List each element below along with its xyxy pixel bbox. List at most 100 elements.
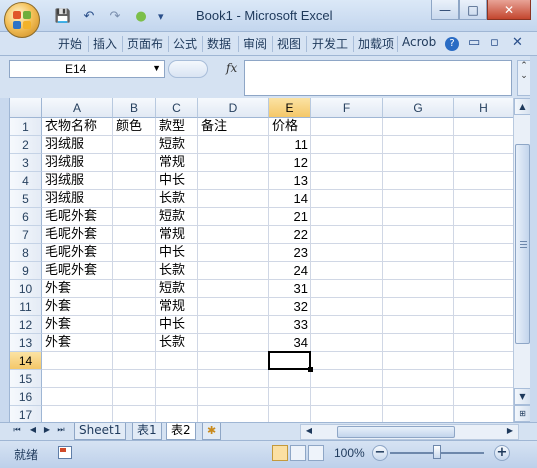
row-header-9[interactable]: 9 [10,262,42,280]
minimize-button[interactable]: — [431,0,459,20]
cell-e8[interactable]: 23 [269,244,311,262]
sheet-tab-biao2[interactable]: 表2 [166,423,196,440]
cell-e11[interactable]: 32 [269,298,311,316]
scroll-right-icon[interactable]: ▶ [505,426,515,435]
cell-a10[interactable]: 外套 [42,280,113,298]
page-layout-view-icon[interactable] [290,445,306,461]
cell-e2[interactable]: 11 [269,136,311,154]
row-header-17[interactable]: 17 [10,406,42,422]
cell-c10[interactable]: 短款 [156,280,198,298]
cell-a8[interactable]: 毛呢外套 [42,244,113,262]
cell-a4[interactable]: 羽绒服 [42,172,113,190]
cell-a2[interactable]: 羽绒服 [42,136,113,154]
undo-icon[interactable]: ↶ [78,6,100,26]
tab-insert[interactable]: 插入 [93,35,117,52]
cell-e13[interactable]: 34 [269,334,311,352]
split-view-icon[interactable]: ⊞ [514,405,531,422]
cell-c6[interactable]: 短款 [156,208,198,226]
page-break-view-icon[interactable] [308,445,324,461]
macro-record-icon[interactable] [58,446,72,459]
zoom-level[interactable]: 100% [334,446,365,460]
row-header-10[interactable]: 10 [10,280,42,298]
cell-e1[interactable]: 价格 [269,118,311,136]
cell-c1[interactable]: 款型 [156,118,198,136]
row-header-7[interactable]: 7 [10,226,42,244]
office-button[interactable] [4,2,40,38]
name-box[interactable]: E14 ▼ [9,60,165,78]
cell-e12[interactable]: 33 [269,316,311,334]
row-header-5[interactable]: 5 [10,190,42,208]
sheet-tab-sheet1[interactable]: Sheet1 [74,423,127,440]
last-sheet-icon[interactable]: ⏭ [56,425,66,435]
next-sheet-icon[interactable]: ▶ [42,425,52,434]
cell-a13[interactable]: 外套 [42,334,113,352]
chevron-down-icon[interactable]: ▼ [152,63,161,73]
row-header-13[interactable]: 13 [10,334,42,352]
active-cell-selection[interactable] [268,351,311,370]
cell-c12[interactable]: 中长 [156,316,198,334]
cell-c7[interactable]: 常规 [156,226,198,244]
cell-e9[interactable]: 24 [269,262,311,280]
column-header-f[interactable]: F [311,98,383,118]
row-header-8[interactable]: 8 [10,244,42,262]
customize-qat-icon[interactable]: ▾ [158,10,164,23]
row-header-16[interactable]: 16 [10,388,42,406]
cell-c8[interactable]: 中长 [156,244,198,262]
cell-a7[interactable]: 毛呢外套 [42,226,113,244]
first-sheet-icon[interactable]: ⏮ [12,425,22,435]
row-header-11[interactable]: 11 [10,298,42,316]
maximize-button[interactable]: □ [459,0,487,20]
tab-formulas[interactable]: 公式 [173,35,197,52]
redo-icon[interactable]: ↷ [104,6,126,26]
column-header-e[interactable]: E [269,98,311,118]
row-header-14[interactable]: 14 [10,352,42,370]
cell-c3[interactable]: 常规 [156,154,198,172]
column-header-a[interactable]: A [42,98,113,118]
zoom-out-button[interactable]: − [372,445,388,461]
cell-c13[interactable]: 长款 [156,334,198,352]
column-header-d[interactable]: D [198,98,269,118]
cell-e6[interactable]: 21 [269,208,311,226]
cell-a9[interactable]: 毛呢外套 [42,262,113,280]
column-header-h[interactable]: H [454,98,513,118]
tab-add-ins[interactable]: 加载项 [358,35,394,52]
zoom-slider-thumb[interactable] [433,445,441,459]
cell-a5[interactable]: 羽绒服 [42,190,113,208]
vertical-scrollbar[interactable]: ▲ ▼ ⊞ [513,98,531,422]
cell-c4[interactable]: 中长 [156,172,198,190]
close-button[interactable]: ✕ [487,0,531,20]
tab-acrobat[interactable]: Acrob [402,35,436,49]
select-all-corner[interactable] [10,98,42,118]
tab-data[interactable]: 数据 [207,35,231,52]
prev-sheet-icon[interactable]: ◀ [28,425,38,434]
circle-icon[interactable]: ● [130,6,152,26]
tab-review[interactable]: 审阅 [243,35,267,52]
column-header-g[interactable]: G [383,98,454,118]
normal-view-icon[interactable] [272,445,288,461]
horizontal-scroll-thumb[interactable] [337,426,455,438]
row-header-3[interactable]: 3 [10,154,42,172]
cell-c5[interactable]: 长款 [156,190,198,208]
formula-buttons[interactable] [168,60,208,78]
row-header-1[interactable]: 1 [10,118,42,136]
zoom-in-button[interactable]: + [494,445,510,461]
expand-formula-bar-icon[interactable]: ⌃ ⌄ [517,60,531,96]
scroll-up-icon[interactable]: ▲ [514,98,531,115]
cell-e10[interactable]: 31 [269,280,311,298]
save-icon[interactable]: 💾 [52,6,74,26]
tab-view[interactable]: 视图 [277,35,301,52]
fill-handle[interactable] [308,367,313,372]
scroll-left-icon[interactable]: ◀ [304,426,314,435]
cell-a3[interactable]: 羽绒服 [42,154,113,172]
cell-c9[interactable]: 长款 [156,262,198,280]
cell-b1[interactable]: 颜色 [113,118,156,136]
vertical-scroll-thumb[interactable] [515,144,530,344]
formula-input[interactable] [244,60,512,96]
row-header-4[interactable]: 4 [10,172,42,190]
cell-e7[interactable]: 22 [269,226,311,244]
tab-developer[interactable]: 开发工 [312,35,348,52]
row-header-15[interactable]: 15 [10,370,42,388]
cell-c2[interactable]: 短款 [156,136,198,154]
cell-e5[interactable]: 14 [269,190,311,208]
horizontal-scrollbar[interactable]: ◀ ▶ [300,424,519,440]
